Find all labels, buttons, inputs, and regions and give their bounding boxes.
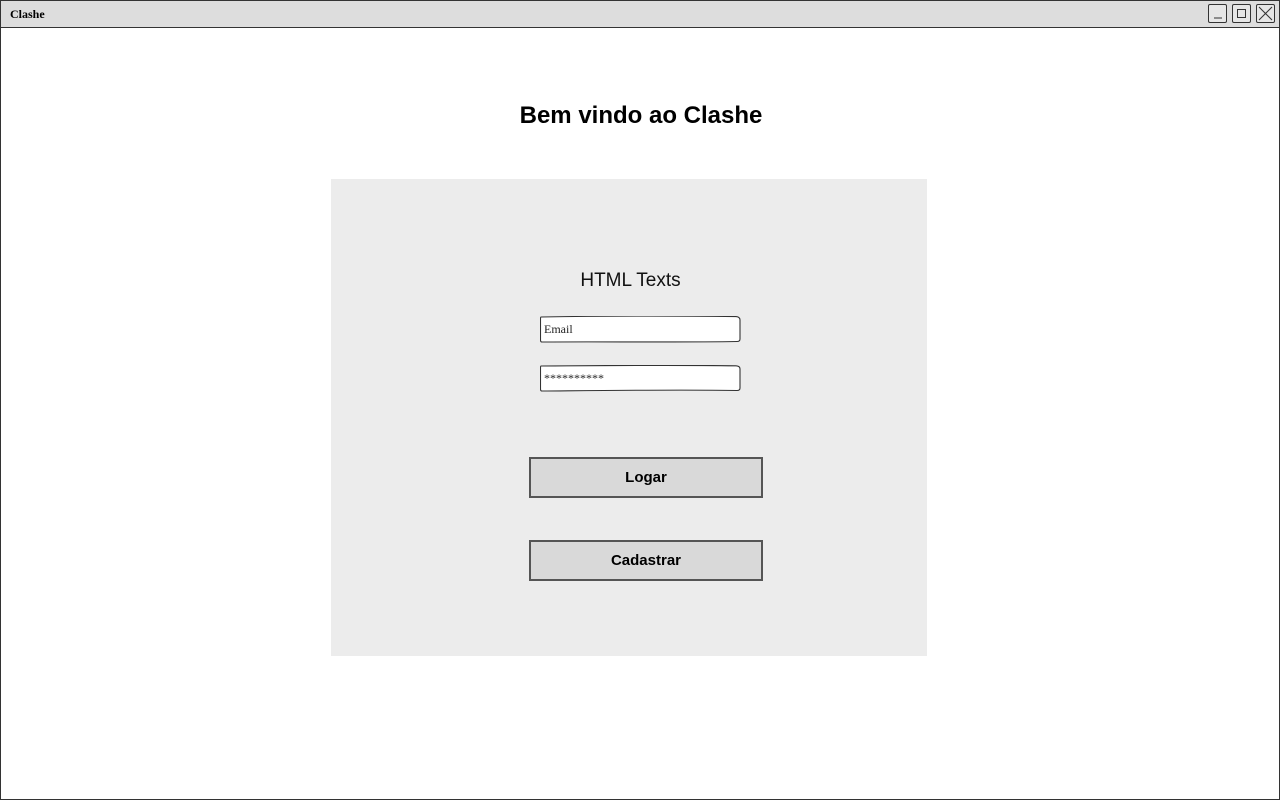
maximize-button[interactable] [1232,4,1251,23]
password-input[interactable] [543,368,736,388]
login-panel: HTML Texts Logar Cadastrar [331,179,927,656]
minimize-button[interactable] [1208,4,1227,23]
close-button[interactable] [1256,4,1275,23]
email-input[interactable] [543,319,736,339]
page-title: Bem vindo ao Clashe [519,102,763,129]
close-icon [1258,6,1273,21]
register-button[interactable]: Cadastrar [529,540,763,581]
app-window: Clashe Bem vindo ao Clashe HTML Texts Em… [0,0,1280,800]
panel-label: HTML Texts [580,270,681,291]
title-bar[interactable]: Clashe [1,1,1279,28]
password-field-wrapper [540,365,741,392]
login-button[interactable]: Logar [529,457,763,498]
email-field-wrapper [540,316,741,343]
window-title: Clashe [10,7,45,21]
minimize-icon [1214,17,1222,19]
maximize-icon [1237,9,1246,18]
